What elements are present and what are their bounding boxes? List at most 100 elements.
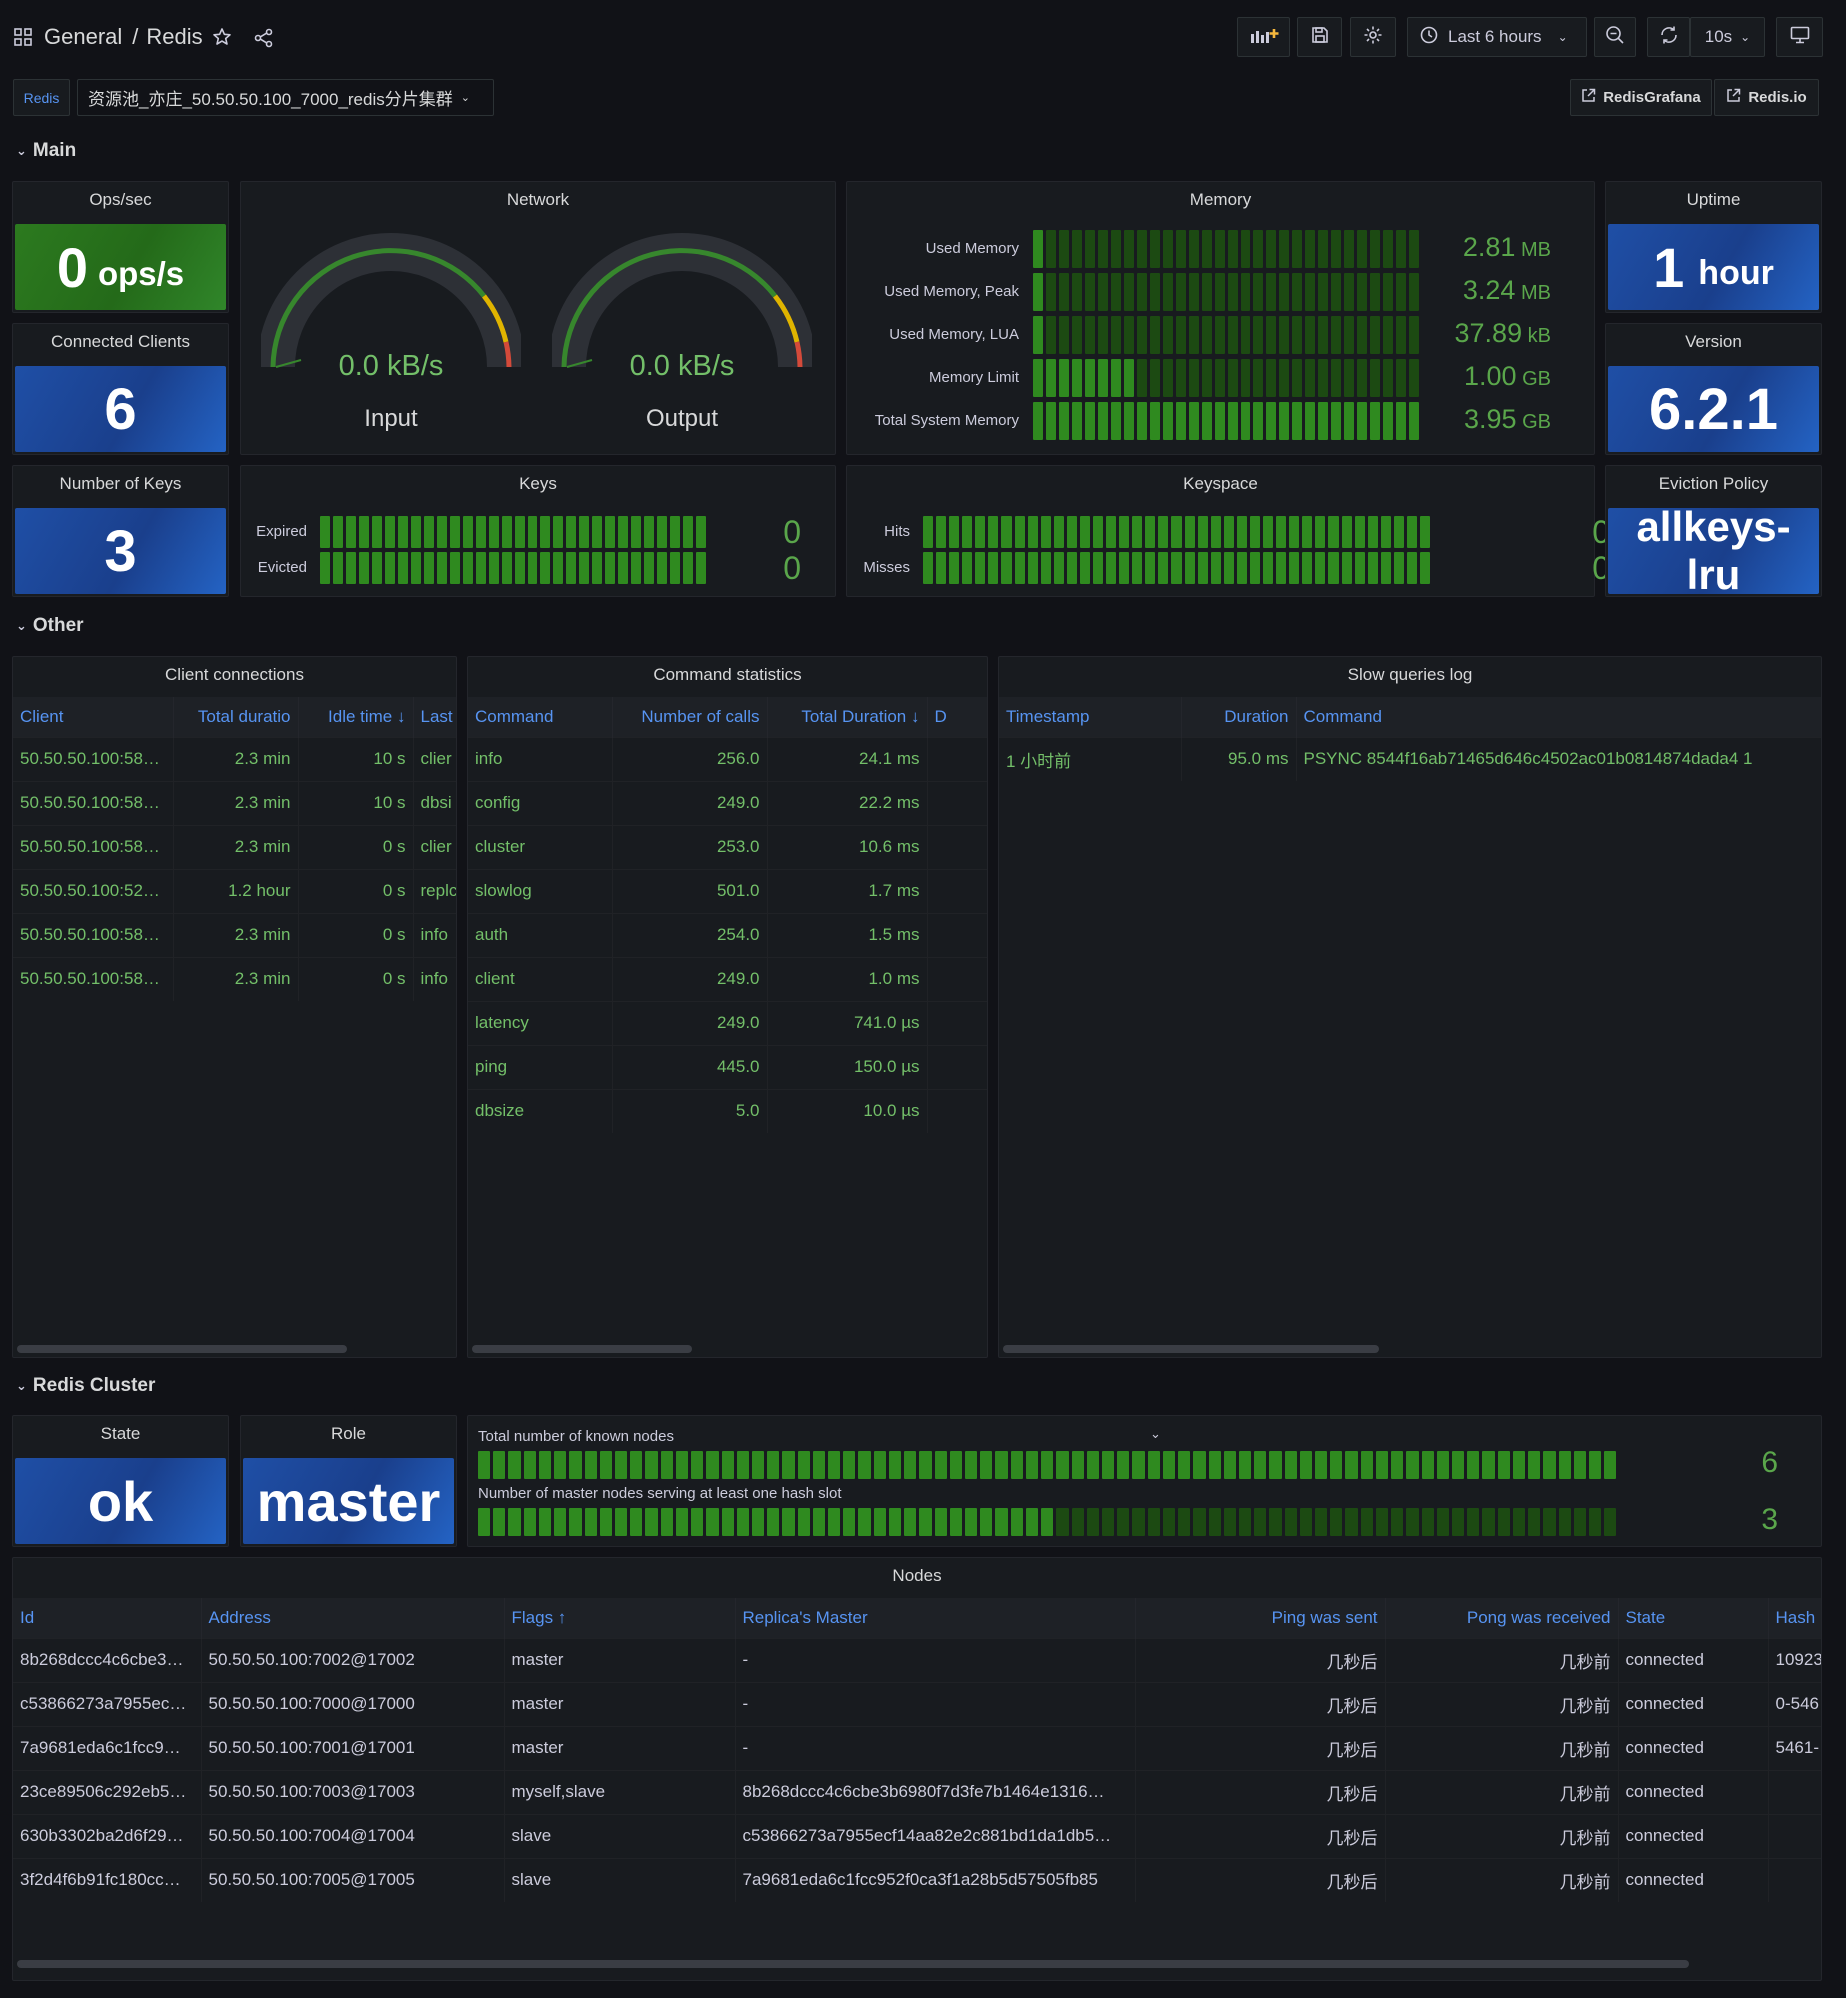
column-header[interactable]: Client [13, 697, 174, 737]
link-redisgrafana[interactable]: RedisGrafana [1570, 79, 1712, 116]
table-row[interactable]: 1 小时前 95.0 ms PSYNC 8544f16ab71465d646c450… [999, 736, 1821, 781]
bar-cell [1383, 273, 1394, 311]
table-row[interactable]: 50.50.50.100:58… 2.3 min 0 s clier [13, 824, 456, 869]
horizontal-scrollbar[interactable] [1003, 1345, 1379, 1353]
column-header[interactable]: D [927, 697, 987, 737]
table-row[interactable]: config 249.0 22.2 ms [468, 780, 987, 825]
grid-icon[interactable] [14, 28, 32, 46]
bar-cell [1066, 516, 1077, 548]
bar-cell [1132, 552, 1143, 584]
table-row[interactable]: auth 254.0 1.5 ms [468, 912, 987, 957]
horizontal-scrollbar[interactable] [472, 1345, 692, 1353]
table-cell: 2.3 min [173, 956, 299, 1001]
row-redis-cluster[interactable]: ⌄ Redis Cluster [16, 1375, 155, 1397]
tv-mode-button[interactable] [1776, 17, 1823, 57]
bar-cell [1058, 359, 1069, 397]
table-row[interactable]: 50.50.50.100:58… 2.3 min 0 s info [13, 956, 456, 1001]
chevron-down-icon[interactable]: ⌄ [1150, 1426, 1161, 1442]
table-row[interactable]: 50.50.50.100:58… 2.3 min 10 s dbsi [13, 780, 456, 825]
column-header[interactable]: Flags ↑ [504, 1598, 736, 1638]
bar-cell [1010, 1451, 1023, 1479]
star-icon[interactable] [212, 27, 232, 52]
time-range-picker[interactable]: Last 6 hours ⌄ [1407, 17, 1587, 57]
table-cell: 2.3 min [173, 736, 299, 781]
table-row[interactable]: 7a9681eda6c1fcc9… 50.50.50.100:7001@17001… [13, 1725, 1821, 1770]
table-cell: 22.2 ms [767, 780, 928, 825]
table-row[interactable]: 50.50.50.100:52… 1.2 hour 0 s replc [13, 868, 456, 913]
bar-cell [828, 1451, 841, 1479]
table-cell: ping [468, 1044, 613, 1089]
breadcrumb-folder[interactable]: General [44, 24, 122, 50]
table-row[interactable]: 3f2d4f6b91fc180cc… 50.50.50.100:7005@1700… [13, 1857, 1821, 1902]
row-main[interactable]: ⌄ Main [16, 140, 76, 162]
bar-cell [1171, 516, 1182, 548]
table-cell: 2.3 min [173, 824, 299, 869]
bar-cell [1393, 516, 1404, 548]
bar-cell [1370, 402, 1381, 440]
column-header[interactable]: Last [413, 697, 456, 737]
table-row[interactable]: ping 445.0 150.0 µs [468, 1044, 987, 1089]
table-row[interactable]: client 249.0 1.0 ms [468, 956, 987, 1001]
memory-row-label: Used Memory [925, 240, 1019, 257]
tv-icon [1790, 26, 1810, 49]
bar-cell [1528, 1508, 1541, 1536]
add-panel-button[interactable] [1237, 17, 1290, 57]
refresh-button[interactable] [1647, 17, 1690, 57]
bar-cell [1406, 552, 1417, 584]
table-cell: 50.50.50.100:7004@17004 [201, 1813, 505, 1858]
column-header[interactable]: Number of calls [612, 697, 768, 737]
column-header[interactable]: Total Duration ↓ [767, 697, 928, 737]
refresh-interval-picker[interactable]: 10s ⌄ [1690, 17, 1765, 57]
horizontal-scrollbar[interactable] [17, 1345, 347, 1353]
table-cell: latency [468, 1000, 613, 1045]
column-header[interactable]: Replica's Master [735, 1598, 1136, 1638]
bar-cell [1367, 516, 1378, 548]
table-row[interactable]: 8b268dccc4c6cbe3… 50.50.50.100:7002@17002… [13, 1637, 1821, 1682]
settings-button[interactable] [1350, 17, 1396, 57]
column-header[interactable]: Duration [1181, 697, 1297, 737]
table-row[interactable]: info 256.0 24.1 ms [468, 736, 987, 781]
column-header[interactable]: State [1618, 1598, 1769, 1638]
external-link-icon [1726, 88, 1741, 107]
table-row[interactable]: 50.50.50.100:58… 2.3 min 0 s info [13, 912, 456, 957]
link-redis-io[interactable]: Redis.io [1714, 79, 1819, 116]
bar-cell [721, 1508, 734, 1536]
save-icon [1311, 26, 1329, 49]
table-row[interactable]: 50.50.50.100:58… 2.3 min 10 s clier [13, 736, 456, 781]
table-cell: PSYNC 8544f16ab71465d646c4502ac01b081487… [1296, 736, 1821, 781]
bar-cell [1482, 1451, 1495, 1479]
memory-row-unit: MB [1515, 282, 1551, 304]
table-row[interactable]: slowlog 501.0 1.7 ms [468, 868, 987, 913]
table-row[interactable]: cluster 253.0 10.6 ms [468, 824, 987, 869]
column-header[interactable]: Id [13, 1598, 202, 1638]
bar-cell [1175, 316, 1186, 354]
table-row[interactable]: 630b3302ba2d6f29… 50.50.50.100:7004@17004… [13, 1813, 1821, 1858]
column-header[interactable]: Total duratio [173, 697, 299, 737]
bar-cell [1058, 273, 1069, 311]
bar-cell [345, 516, 356, 548]
column-header[interactable]: Hash [1768, 1598, 1821, 1638]
table-row[interactable]: dbsize 5.0 10.0 µs [468, 1088, 987, 1133]
table-row[interactable]: c53866273a7955ec… 50.50.50.100:7000@17000… [13, 1681, 1821, 1726]
save-dashboard-button[interactable] [1297, 17, 1342, 57]
bar-cell [1452, 1451, 1465, 1479]
zoom-out-button[interactable] [1594, 17, 1636, 57]
column-header[interactable]: Pong was received [1385, 1598, 1619, 1638]
column-header[interactable]: Address [201, 1598, 505, 1638]
bar-cell [1573, 1508, 1586, 1536]
column-header[interactable]: Command [468, 697, 613, 737]
row-other[interactable]: ⌄ Other [16, 615, 84, 637]
column-header[interactable]: Idle time ↓ [298, 697, 414, 737]
share-icon[interactable] [254, 28, 274, 53]
dashboard-title[interactable]: Redis [146, 24, 202, 50]
column-header[interactable]: Timestamp [999, 697, 1182, 737]
horizontal-scrollbar[interactable] [17, 1960, 1689, 1968]
bar-cell [1184, 552, 1195, 584]
table-row[interactable]: 23ce89506c292eb5… 50.50.50.100:7003@17003… [13, 1769, 1821, 1814]
bar-cell [1162, 316, 1173, 354]
table-row[interactable]: latency 249.0 741.0 µs [468, 1000, 987, 1045]
bar-cell [566, 516, 577, 548]
instance-select[interactable]: 资源池_亦庄_50.50.50.100_7000_redis分片集群 ⌄ [77, 79, 494, 116]
column-header[interactable]: Ping was sent [1135, 1598, 1386, 1638]
column-header[interactable]: Command [1296, 697, 1821, 737]
